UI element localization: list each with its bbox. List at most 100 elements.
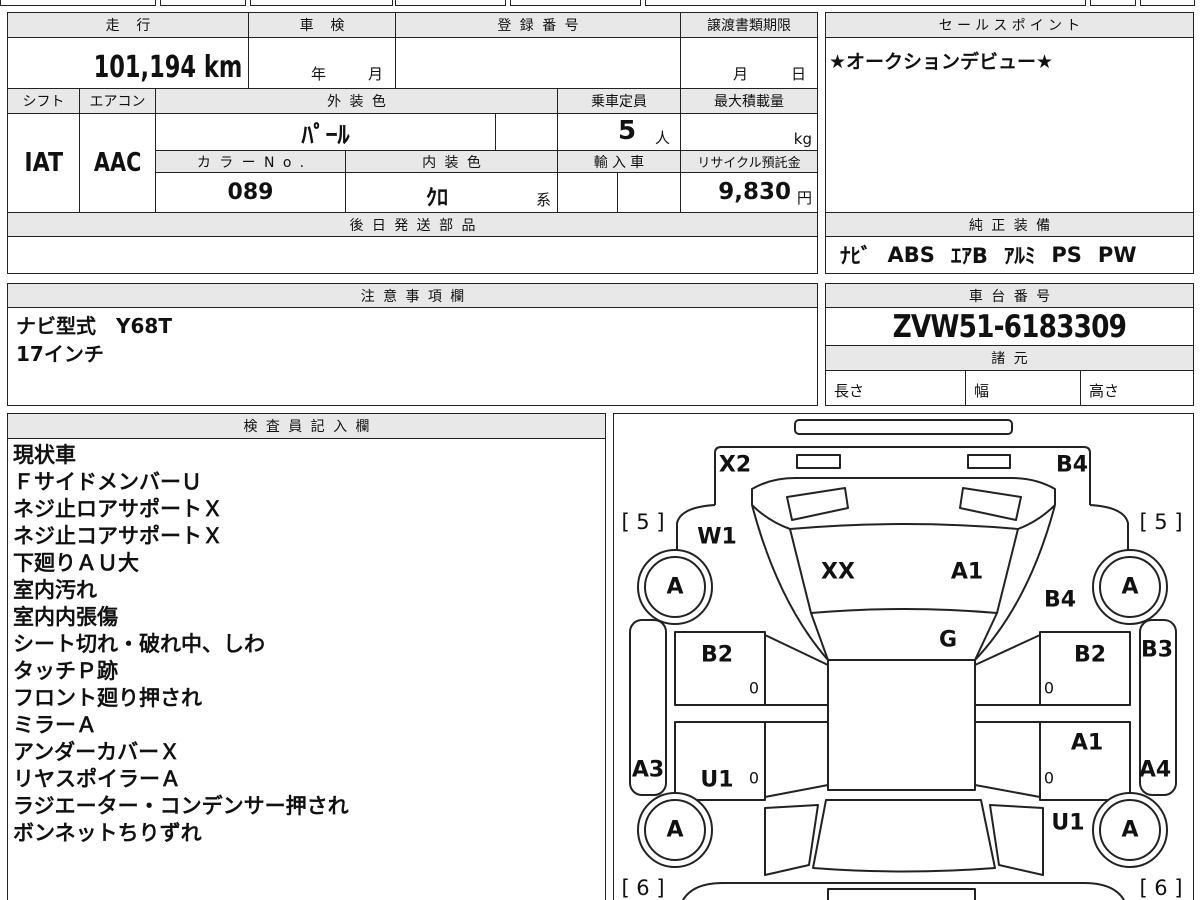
front-bumper-top-bar [794, 419, 1013, 435]
equipment-item-abs: ABS [887, 243, 935, 267]
shift-cell: IAT [7, 113, 80, 213]
inspector-line: ラジエーター・コンデンサー押され [13, 794, 349, 818]
tread-front-right: [ 5 ] [1139, 510, 1182, 534]
color-no-value: 089 [227, 180, 274, 205]
sales-point-label: セールスポイント [825, 12, 1194, 38]
cowl-left [810, 612, 829, 661]
equipment-cell: ﾅﾋﾞ ABS ｴｱB ｱﾙﾐ PS PW [825, 236, 1194, 274]
rear-quarter-right [989, 804, 1044, 876]
mileage-cell: 101,194 km [7, 37, 249, 89]
spec-length-label: 長さ [834, 382, 865, 400]
inspector-line: ミラーＡ [13, 713, 97, 737]
color-no-cell: 089 [155, 172, 346, 213]
tread-front-left: [ 5 ] [621, 510, 664, 534]
exterior-color-label: 外装色 [155, 88, 558, 114]
damage-mark: W1 [697, 525, 737, 550]
parts-later-cell [7, 236, 818, 274]
headlight-right [967, 454, 1011, 469]
recycle-label: リサイクル預託金 [680, 150, 818, 173]
registration-label: 登録番号 [395, 12, 681, 38]
recycle-cell: 9,830 円 [680, 172, 818, 213]
spec-length-cell: 長さ [825, 370, 966, 406]
recycle-fee-unit: 円 [796, 189, 812, 207]
door-zero-mark: 0 [749, 769, 759, 788]
tread-rear-left: [ 6 ] [621, 876, 664, 900]
top-strip-cell [1140, 0, 1195, 6]
hood-lamp-right [959, 487, 1022, 521]
car-diagram-box: A A A A X2 B4 W1 XX A1 B4 G B2 B2 B3 A1 … [613, 413, 1194, 900]
rear-window [812, 799, 996, 873]
damage-mark: X2 [719, 453, 751, 478]
equipment-label: 純正装備 [825, 212, 1194, 237]
door-zero-mark: 0 [1044, 769, 1054, 788]
transfer-day-unit: 日 [791, 65, 807, 83]
max-load-unit: kg [793, 130, 812, 148]
inspector-cell: 現状車 ＦサイドメンバーＵ ネジ止ロアサポートＸ ネジ止コアサポートＸ 下廻りＡ… [7, 438, 606, 900]
import-label: 輸入車 [557, 150, 681, 173]
inspector-line: フロント廻り押され [13, 686, 202, 710]
damage-mark: A4 [1139, 758, 1171, 783]
inspector-line: ネジ止コアサポートＸ [13, 524, 223, 548]
interior-color-cell: ｸﾛ 系 [345, 172, 558, 213]
damage-mark: A1 [951, 560, 983, 585]
transfer-month-unit: 月 [733, 65, 749, 83]
top-strip-cell [395, 0, 506, 6]
spec-label: 諸元 [825, 345, 1194, 371]
top-strip-cell [1090, 0, 1136, 6]
auction-sheet: 走行 車検 登録番号 譲渡書類期限 101,194 km 年 月 月 日 シフト… [0, 0, 1200, 900]
rear-license-area [827, 888, 976, 900]
equipment-item-airbag: ｴｱB [950, 244, 988, 268]
inspector-line: ネジ止ロアサポートＸ [13, 497, 223, 521]
front-bumper-outline [714, 446, 1091, 505]
inspector-line: 下廻りＡＵ大 [13, 551, 139, 575]
rear-bumper-outline [682, 882, 1125, 900]
tire-grade-rear-left: A [666, 818, 683, 843]
tire-grade-rear-right: A [1121, 818, 1138, 843]
registration-cell [395, 37, 681, 89]
tread-rear-right: [ 6 ] [1139, 876, 1182, 900]
shift-label: シフト [7, 88, 80, 114]
inspector-line: アンダーカバーＸ [13, 740, 181, 764]
damage-mark: U1 [700, 768, 733, 793]
equipment-item-ps: PS [1051, 243, 1082, 267]
exterior-color-value: ﾊﾟｰﾙ [301, 120, 350, 149]
damage-mark: B3 [1141, 638, 1173, 663]
color-no-label: カラーNo. [155, 150, 346, 173]
sales-point-cell: ★オークションデビュー★ [825, 37, 1194, 213]
aircon-cell: AAC [79, 113, 156, 213]
max-load-label: 最大積載量 [680, 88, 818, 114]
interior-color-value: ｸﾛ [426, 186, 449, 211]
mileage-value: 101,194 km [93, 50, 242, 85]
door-zero-mark: 0 [749, 679, 759, 698]
damage-mark: G [939, 628, 957, 653]
inspector-line: リヤスポイラーＡ [13, 767, 181, 791]
inspection-year-unit: 年 [311, 65, 327, 83]
transfer-deadline-cell: 月 日 [680, 37, 818, 89]
inspector-line: 現状車 [13, 443, 76, 467]
inspector-line: タッチＰ跡 [13, 659, 118, 683]
top-strip-cell [160, 0, 246, 6]
inspection-month-unit: 月 [368, 65, 384, 83]
equipment-item-alloy: ｱﾙﾐ [1003, 244, 1036, 268]
interior-color-suffix: 系 [535, 191, 551, 209]
roof [827, 659, 976, 791]
recycle-fee-value: 9,830 [718, 179, 791, 205]
car-diagram: A A A A X2 B4 W1 XX A1 B4 G B2 B2 B3 A1 … [621, 419, 1183, 900]
top-strip-cell [645, 0, 1086, 6]
spec-height-label: 高さ [1089, 382, 1120, 400]
equipment-item-pw: PW [1097, 243, 1137, 267]
sill-band-right [975, 704, 1130, 723]
top-strip-cell [0, 0, 156, 6]
mileage-label: 走行 [7, 12, 249, 38]
capacity-unit: 人 [655, 129, 671, 147]
tire-grade-front-left: A [666, 575, 683, 600]
chassis-label: 車台番号 [825, 283, 1194, 308]
inspector-line: シート切れ・破れ中、しわ [13, 632, 265, 656]
interior-color-label: 内装色 [345, 150, 558, 173]
damage-mark: B4 [1044, 588, 1076, 613]
damage-mark: B2 [701, 643, 733, 668]
capacity-label: 乗車定員 [557, 88, 681, 114]
door-zero-mark: 0 [1044, 679, 1054, 698]
equipment-item-navi: ﾅﾋﾞ [840, 244, 872, 268]
sales-point-text: ★オークションデビュー★ [829, 51, 1054, 73]
